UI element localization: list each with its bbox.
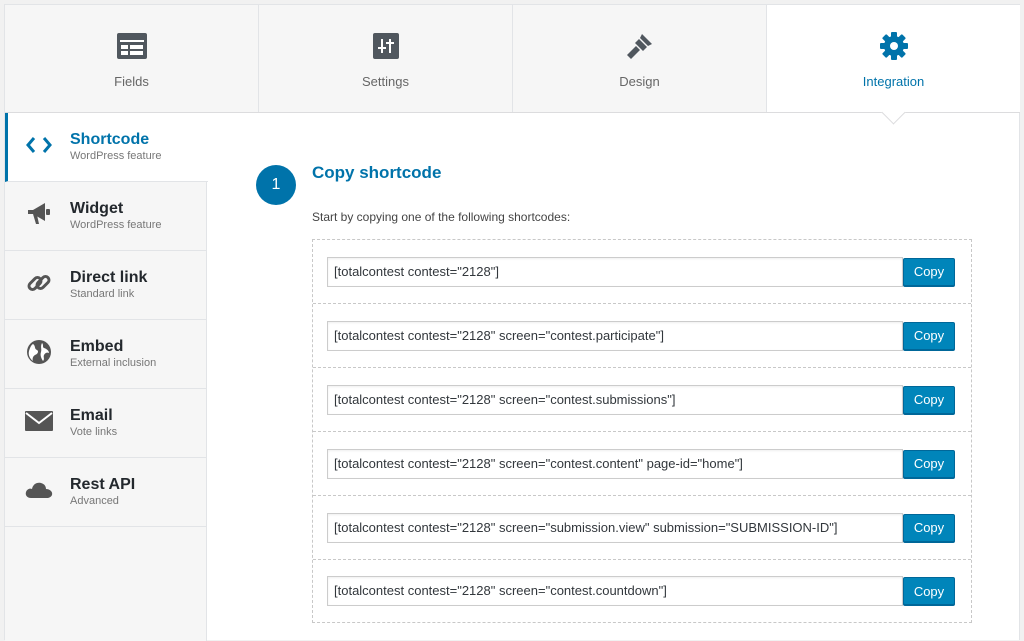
shortcode-row: [totalcontest contest="2128" screen="con… — [313, 368, 971, 432]
fields-icon — [116, 31, 147, 61]
shortcode-field[interactable]: [totalcontest contest="2128" screen="con… — [327, 448, 903, 479]
megaphone-icon — [24, 199, 54, 229]
step-description: Start by copying one of the following sh… — [312, 210, 571, 224]
shortcode-list: [totalcontest contest="2128"] Copy [tota… — [312, 239, 972, 623]
sidebar-item-subtitle: WordPress feature — [70, 219, 162, 231]
sidebar-item-title: Shortcode — [70, 131, 150, 148]
tab-label: Integration — [862, 74, 925, 89]
copy-button[interactable]: Copy — [903, 449, 955, 478]
copy-button[interactable]: Copy — [903, 321, 955, 350]
shortcode-row: [totalcontest contest="2128" screen="sub… — [313, 496, 971, 560]
shortcode-row: [totalcontest contest="2128" screen="con… — [313, 432, 971, 496]
gear-icon — [879, 31, 909, 61]
sliders-icon — [371, 31, 401, 61]
copy-button[interactable]: Copy — [903, 257, 955, 286]
link-icon — [24, 268, 54, 298]
sidebar-item-subtitle: Vote links — [70, 426, 118, 438]
step-title: Copy shortcode — [312, 163, 442, 182]
shortcode-row: [totalcontest contest="2128" screen="con… — [313, 304, 971, 368]
tab-settings[interactable]: Settings — [259, 5, 513, 112]
tab-label: Settings — [362, 74, 409, 89]
tab-label: Design — [619, 74, 660, 89]
shortcode-field[interactable]: [totalcontest contest="2128" screen="con… — [327, 576, 903, 606]
copy-button[interactable]: Copy — [903, 513, 955, 542]
sidebar-item-shortcode[interactable]: Shortcode WordPress feature — [5, 113, 208, 182]
shortcode-field[interactable]: [totalcontest contest="2128" screen="sub… — [327, 512, 903, 543]
sidebar-item-subtitle: WordPress feature — [70, 150, 162, 162]
sidebar-item-title: Email — [70, 407, 113, 424]
sidebar-item-widget[interactable]: Widget WordPress feature — [5, 182, 206, 251]
brush-icon — [625, 31, 655, 61]
copy-button[interactable]: Copy — [903, 385, 955, 414]
sidebar-item-title: Embed — [70, 338, 124, 355]
integration-sidebar: Shortcode WordPress feature Widget WordP… — [5, 113, 208, 641]
sidebar-item-title: Widget — [70, 200, 124, 217]
cloud-icon — [24, 475, 54, 505]
tab-integration[interactable]: Integration — [767, 5, 1020, 112]
sidebar-item-title: Rest API — [70, 476, 136, 493]
shortcode-row: [totalcontest contest="2128"] Copy — [313, 240, 971, 304]
sidebar-item-email[interactable]: Email Vote links — [5, 389, 206, 458]
sidebar-item-direct-link[interactable]: Direct link Standard link — [5, 251, 206, 320]
sidebar-item-subtitle: Advanced — [70, 495, 119, 507]
envelope-icon — [24, 406, 54, 436]
globe-icon — [24, 337, 54, 367]
sidebar-item-rest-api[interactable]: Rest API Advanced — [5, 458, 206, 527]
code-icon — [24, 130, 54, 160]
sidebar-item-subtitle: External inclusion — [70, 357, 157, 369]
editor-frame: Fields Settings Design Integration Short… — [4, 4, 1020, 641]
tab-fields[interactable]: Fields — [5, 5, 259, 112]
shortcode-field[interactable]: [totalcontest contest="2128" screen="con… — [327, 320, 903, 351]
sidebar-item-title: Direct link — [70, 269, 148, 286]
sidebar-item-subtitle: Standard link — [70, 288, 135, 300]
shortcode-field[interactable]: [totalcontest contest="2128"] — [327, 256, 903, 287]
shortcode-field[interactable]: [totalcontest contest="2128" screen="con… — [327, 384, 903, 415]
sidebar-item-embed[interactable]: Embed External inclusion — [5, 320, 206, 389]
top-tabs: Fields Settings Design Integration — [5, 5, 1020, 113]
tab-label: Fields — [114, 74, 149, 89]
copy-button[interactable]: Copy — [903, 577, 955, 605]
tab-design[interactable]: Design — [513, 5, 767, 112]
step-number: 1 — [256, 165, 296, 205]
shortcode-panel: 1 Copy shortcode Start by copying one of… — [208, 113, 1020, 641]
shortcode-row: [totalcontest contest="2128" screen="con… — [313, 560, 971, 622]
